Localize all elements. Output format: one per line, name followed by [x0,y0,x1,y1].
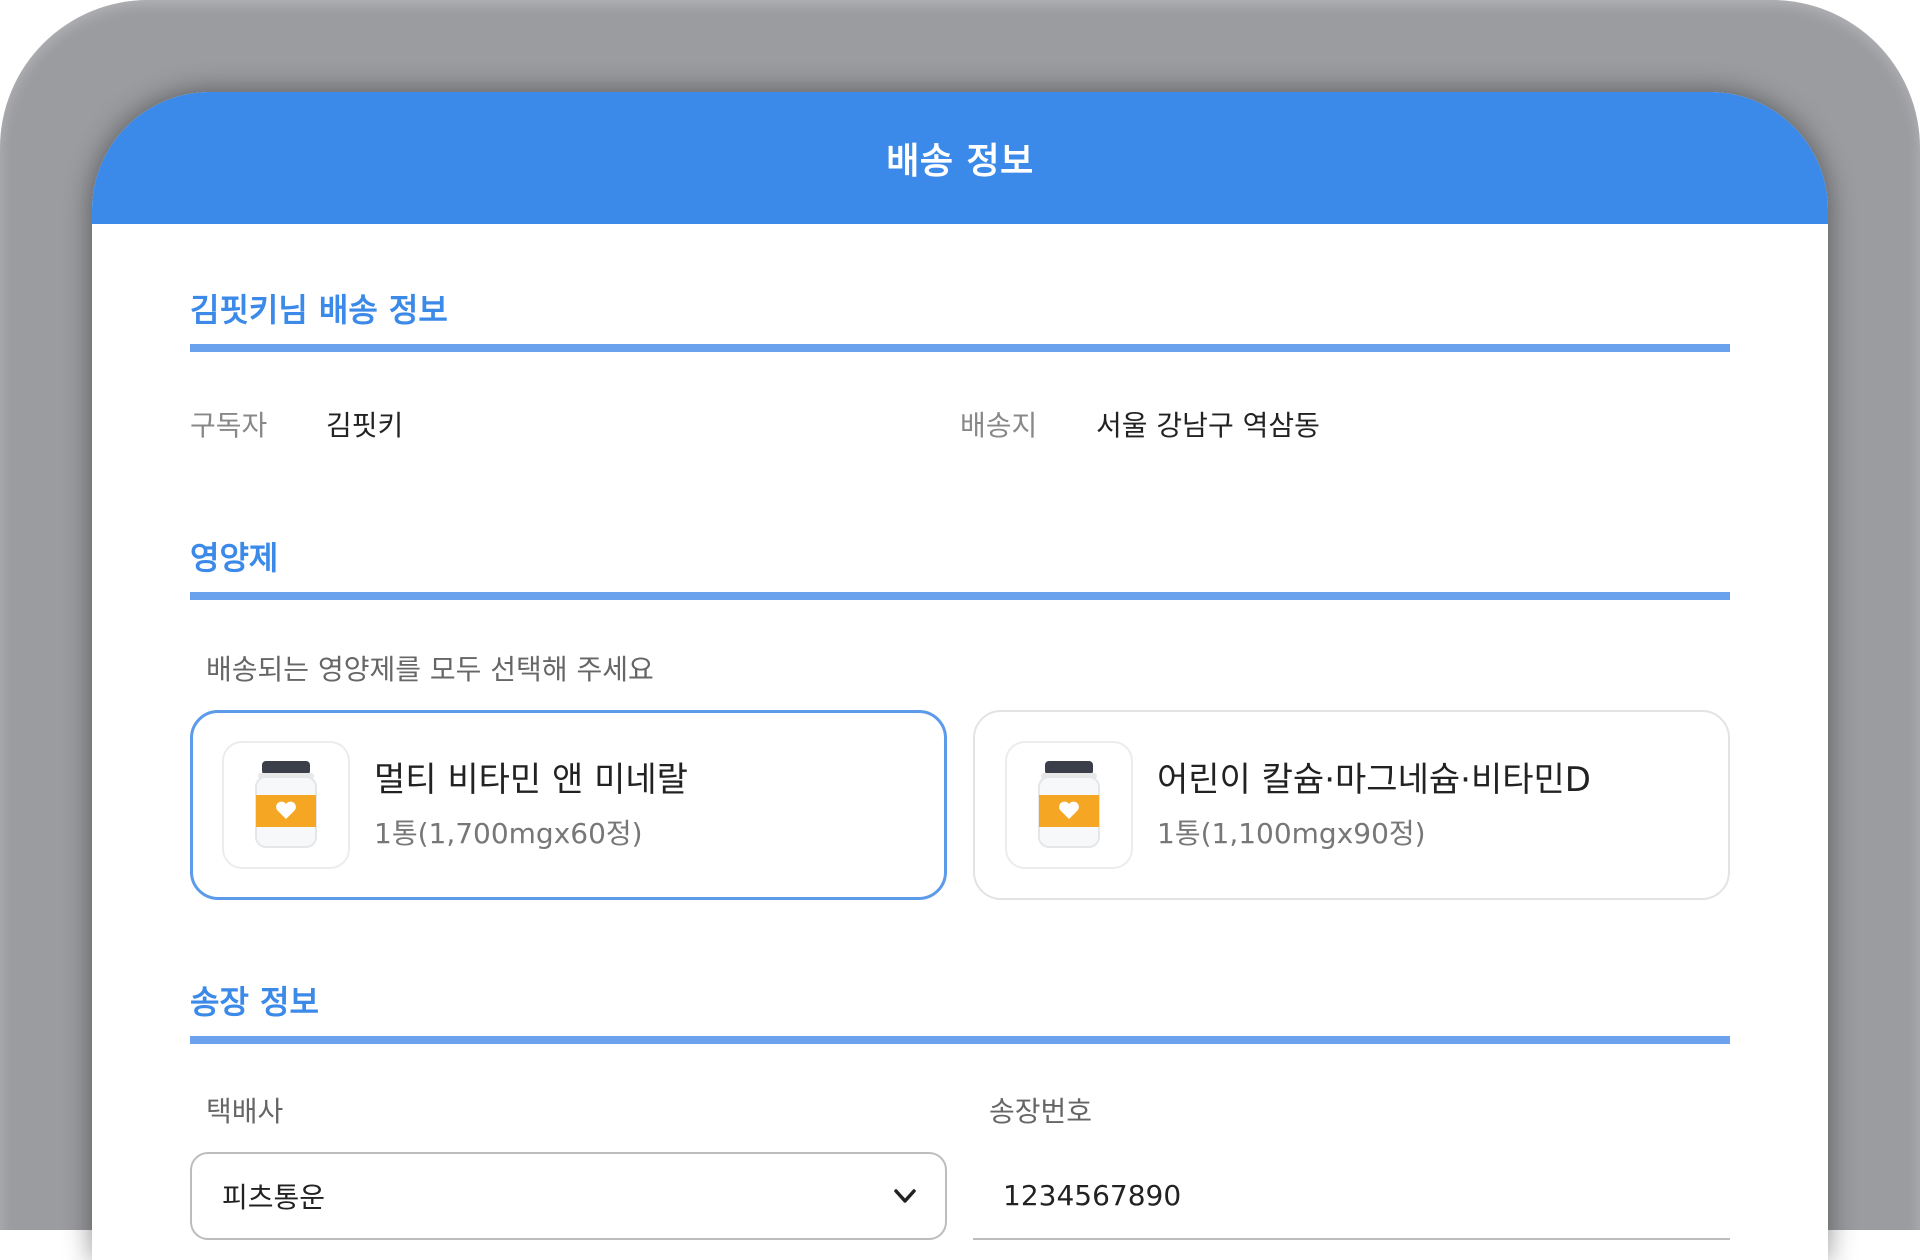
product-text: 어린이 칼슘·마그네슘·비타민D 1통(1,100mgx90정) [1157,758,1591,852]
product-card-kids-calcium[interactable]: 어린이 칼슘·마그네슘·비타민D 1통(1,100mgx90정) [973,710,1730,900]
product-name: 멀티 비타민 앤 미네랄 [374,760,688,800]
address-value: 서울 강남구 역삼동 [1096,409,1320,442]
supplements-title: 영양제 [190,539,279,577]
app-screen: 배송 정보 김핏키님 배송 정보 구독자 김핏키 배송지 서울 강남구 역삼동 [92,92,1828,1260]
product-list: 멀티 비타민 앤 미네랄 1통(1,700mgx60정) 어린이 칼슘·마그네슘… [190,710,1730,900]
main-content: 김핏키님 배송 정보 구독자 김핏키 배송지 서울 강남구 역삼동 영양제 배송… [190,224,1730,1240]
device-frame: 배송 정보 김핏키님 배송 정보 구독자 김핏키 배송지 서울 강남구 역삼동 [0,0,1920,1260]
product-card-multivitamin[interactable]: 멀티 비타민 앤 미네랄 1통(1,700mgx60정) [190,710,947,900]
section-divider [190,592,1730,600]
chevron-down-icon [894,1189,916,1203]
address-label: 배송지 [960,409,1038,442]
address-cell: 배송지 서울 강남구 역삼동 [960,404,1730,444]
subscriber-cell: 구독자 김핏키 [190,404,960,444]
supplements-hint: 배송되는 영양제를 모두 선택해 주세요 [206,653,654,686]
invoice-number-field: 송장번호 [973,1092,1730,1240]
courier-selected-value: 피츠통운 [222,1181,326,1214]
section-divider [190,1036,1730,1044]
supplement-bottle-icon [255,761,317,848]
supplement-bottle-icon [1038,761,1100,848]
product-thumbnail [1005,741,1133,869]
courier-label: 택배사 [206,1095,284,1128]
product-name: 어린이 칼슘·마그네슘·비타민D [1157,760,1591,800]
page-title: 배송 정보 [886,141,1034,182]
delivery-info-title: 김핏키님 배송 정보 [190,291,448,329]
supplements-section: 영양제 배송되는 영양제를 모두 선택해 주세요 멀티 비타민 앤 미네랄 1통… [190,534,1730,900]
invoice-number-label: 송장번호 [989,1095,1093,1128]
delivery-info-row: 구독자 김핏키 배송지 서울 강남구 역삼동 [190,402,1730,446]
product-detail: 1통(1,100mgx90정) [1157,817,1426,850]
product-thumbnail [222,741,350,869]
product-text: 멀티 비타민 앤 미네랄 1통(1,700mgx60정) [374,758,688,852]
invoice-title: 송장 정보 [190,983,319,1021]
delivery-info-section: 김핏키님 배송 정보 구독자 김핏키 배송지 서울 강남구 역삼동 [190,286,1730,446]
invoice-number-input[interactable] [973,1152,1730,1240]
courier-field: 택배사 피츠통운 [190,1092,947,1240]
subscriber-label: 구독자 [190,409,268,442]
invoice-section: 송장 정보 택배사 피츠통운 송장번호 [190,978,1730,1240]
app-header: 배송 정보 [92,92,1828,224]
courier-select[interactable]: 피츠통운 [190,1152,947,1240]
section-divider [190,344,1730,352]
product-detail: 1통(1,700mgx60정) [374,817,643,850]
invoice-fields: 택배사 피츠통운 송장번호 [190,1092,1730,1240]
subscriber-value: 김핏키 [326,409,404,442]
